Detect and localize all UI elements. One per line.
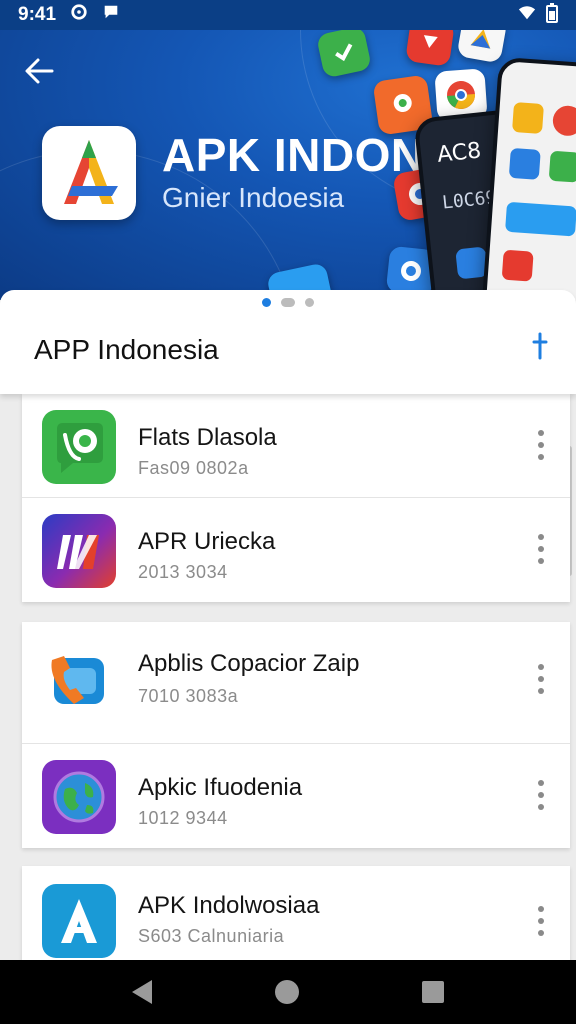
app-name: Apblis Copacior Zaip (138, 650, 360, 677)
gear-icon (70, 3, 88, 27)
phone-app-tile (548, 150, 576, 183)
stripes-icon (42, 514, 116, 588)
more-options-icon[interactable] (532, 906, 550, 936)
more-options-icon[interactable] (532, 664, 550, 694)
letter-a-icon (42, 884, 116, 958)
carousel-dot[interactable] (281, 298, 295, 307)
app-list[interactable]: Flats Dlasola Fas09 0802a APR Uriecka 20… (0, 394, 576, 960)
play-app-icon (405, 30, 455, 67)
list-item[interactable]: Apblis Copacior Zaip 7010 3083a (22, 622, 570, 744)
phone-app-tile (551, 104, 576, 137)
pin-icon[interactable] (532, 332, 548, 367)
carousel-indicator[interactable] (0, 298, 576, 307)
app-meta: 2013 3034 (138, 562, 228, 582)
list-card: Apblis Copacior Zaip 7010 3083a Apkic If… (22, 622, 570, 848)
more-options-icon[interactable] (532, 430, 550, 460)
phone-app-tile (511, 101, 545, 134)
app-name: Flats Dlasola (138, 424, 277, 451)
app-meta: S603 Calnuniaria (138, 926, 285, 946)
list-card: Flats Dlasola Fas09 0802a APR Uriecka 20… (22, 394, 570, 602)
list-item[interactable]: APK Indolwosiaa S603 Calnuniaria (22, 866, 570, 960)
phone-app-tile (508, 147, 541, 180)
app-name: APR Uriecka (138, 528, 276, 555)
more-options-icon[interactable] (532, 780, 550, 810)
phone-app-tile (501, 249, 534, 282)
status-bar: 9:41 (0, 0, 576, 30)
wifi-icon (518, 5, 536, 26)
phone-chat-icon (42, 410, 116, 484)
back-arrow-icon[interactable] (22, 54, 62, 90)
list-item[interactable]: Apkic Ifuodenia 1012 9344 (22, 744, 570, 848)
carousel-dot[interactable] (305, 298, 314, 307)
globe-icon (42, 760, 116, 834)
carousel-dot[interactable] (262, 298, 271, 307)
hero-subtitle: Gnier Indoesia (162, 182, 345, 213)
app-meta: Fas09 0802a (138, 458, 249, 478)
apk-logo (42, 126, 136, 220)
screen: 9:41 APK INDON Gnier Indoesia AC8 L0C69 … (0, 0, 576, 1024)
navigation-bar (0, 960, 576, 1024)
more-options-icon[interactable] (532, 534, 550, 564)
app-meta: 7010 3083a (138, 686, 239, 706)
list-item[interactable]: Flats Dlasola Fas09 0802a (22, 394, 570, 498)
chat-icon (102, 3, 120, 27)
home-icon[interactable] (274, 980, 299, 1004)
app-meta: 1012 9344 (138, 808, 228, 828)
list-item[interactable]: APR Uriecka 2013 3034 (22, 498, 570, 602)
hero-banner: APK INDON Gnier Indoesia AC8 L0C69 (0, 30, 576, 300)
status-time: 9:41 (18, 4, 57, 25)
recents-icon[interactable] (422, 981, 445, 1003)
back-icon[interactable] (131, 980, 152, 1004)
phone-call-icon (42, 644, 116, 718)
battery-icon (546, 2, 558, 28)
hero-title: APK INDON (162, 129, 425, 181)
phone-text-1: AC8 (435, 138, 483, 168)
list-card: APK Indolwosiaa S603 Calnuniaria (22, 866, 570, 960)
app-name: APK Indolwosiaa (138, 892, 320, 919)
phone-app-tile (505, 201, 576, 237)
app-name: Apkic Ifuodenia (138, 774, 303, 801)
header-card: APP Indonesia (0, 290, 576, 394)
page-title: APP Indonesia (34, 334, 219, 365)
